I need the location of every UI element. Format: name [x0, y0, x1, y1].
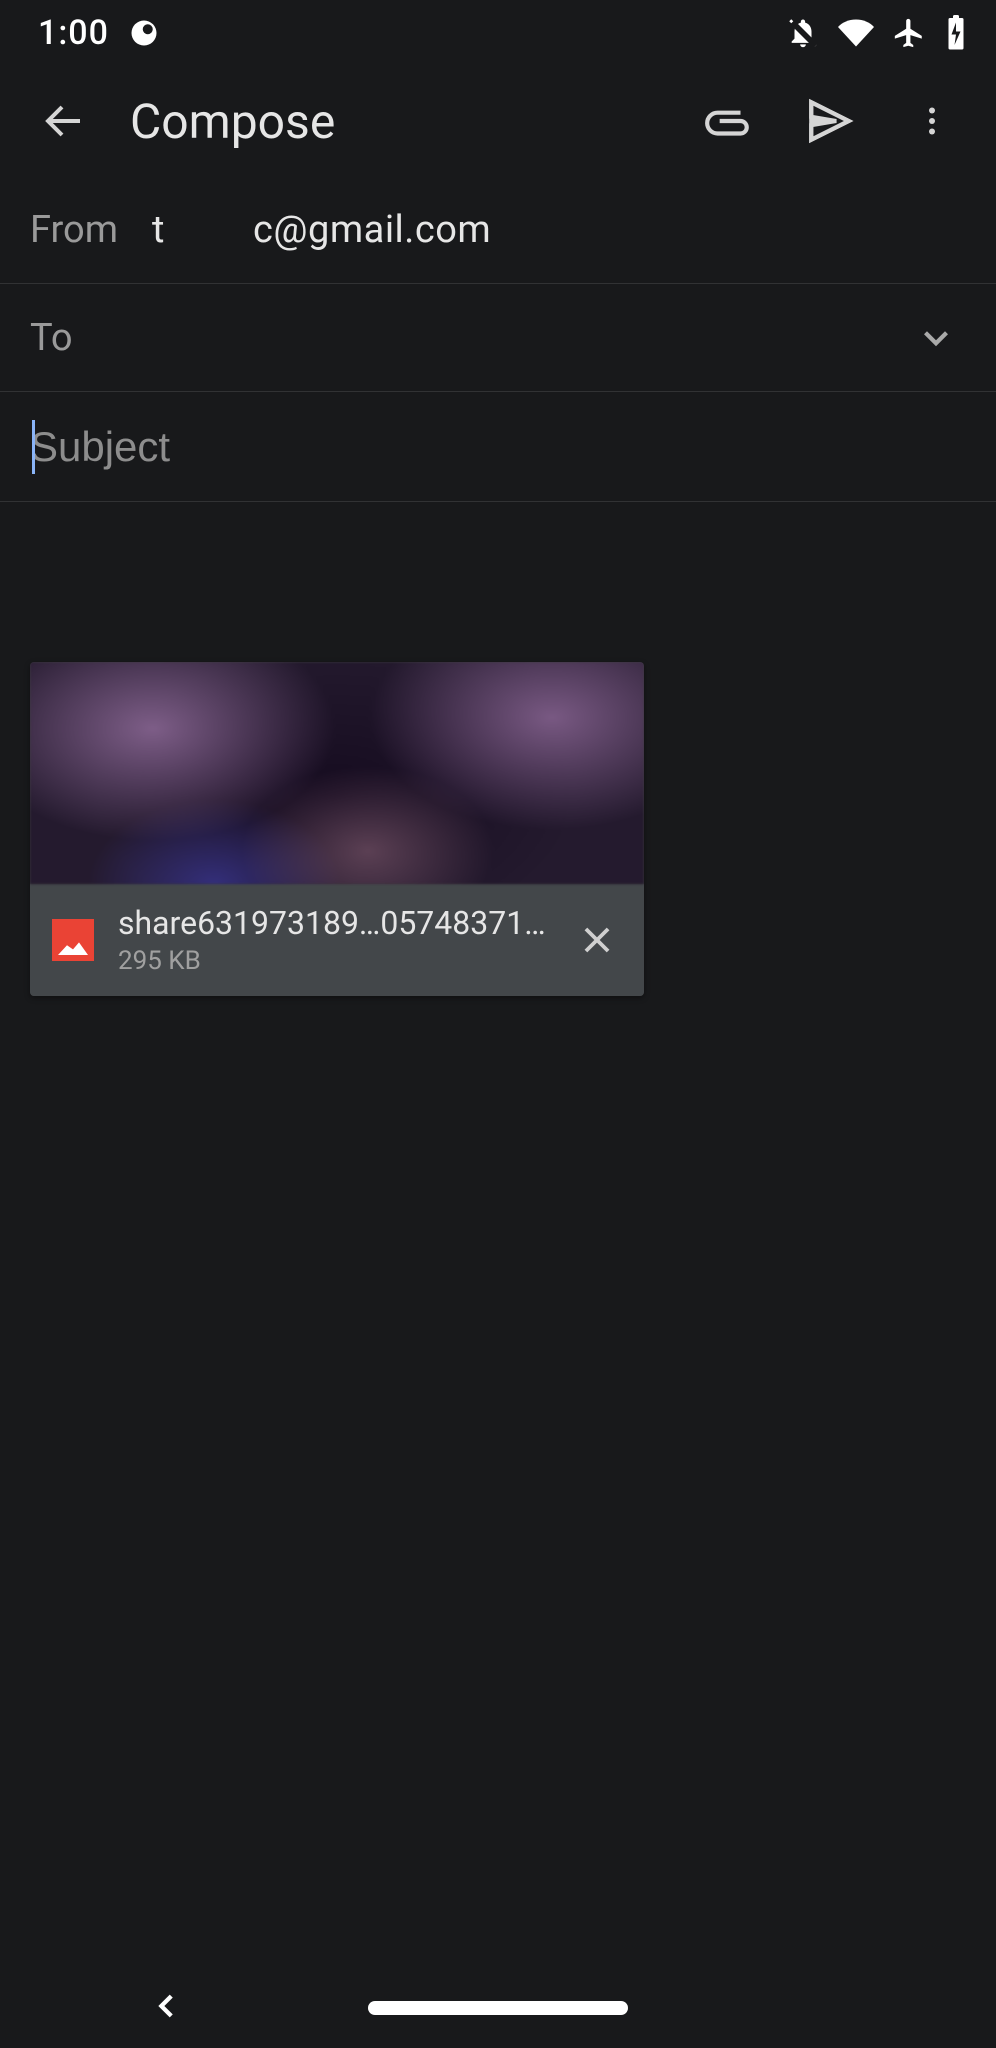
attachment-filesize: 295 KB: [118, 946, 548, 976]
from-value: t c@gmail.com: [152, 208, 966, 252]
chevron-left-icon: [150, 1989, 184, 2023]
attachment-filename: share631973189…05748371.png: [118, 904, 548, 942]
more-vert-icon: [914, 103, 950, 139]
status-left: 1:00: [38, 13, 159, 53]
system-nav-bar: [0, 1968, 996, 2048]
from-field[interactable]: From t c@gmail.com: [0, 176, 996, 284]
body-text-area[interactable]: [30, 532, 966, 662]
from-name: t: [152, 208, 165, 252]
back-button[interactable]: [18, 75, 110, 167]
dnd-off-icon: [786, 16, 820, 50]
subject-field[interactable]: [0, 392, 996, 502]
paperclip-icon: [703, 96, 753, 146]
subject-input[interactable]: [30, 423, 966, 471]
attachment-info-bar: share631973189…05748371.png 295 KB: [30, 884, 644, 996]
attachment-text: share631973189…05748371.png 295 KB: [118, 904, 548, 976]
battery-charging-icon: [944, 15, 968, 51]
send-button[interactable]: [784, 75, 876, 167]
text-cursor: [32, 420, 35, 474]
status-right: [786, 15, 968, 51]
page-title: Compose: [120, 93, 672, 150]
app-bar: Compose: [0, 66, 996, 176]
status-time: 1:00: [38, 13, 109, 53]
attachment-card[interactable]: share631973189…05748371.png 295 KB: [30, 662, 644, 996]
remove-attachment-button[interactable]: [572, 915, 622, 965]
compose-body[interactable]: share631973189…05748371.png 295 KB: [0, 502, 996, 1026]
send-icon: [805, 96, 855, 146]
system-back-button[interactable]: [150, 1989, 184, 2027]
app-badge-icon: [129, 18, 159, 48]
chevron-down-icon: [915, 317, 957, 359]
attachment-preview-image: [30, 662, 644, 884]
status-bar: 1:00: [0, 0, 996, 66]
to-label: To: [30, 316, 104, 360]
image-file-icon: [52, 919, 94, 961]
nav-home-pill[interactable]: [368, 2001, 628, 2015]
more-options-button[interactable]: [886, 75, 978, 167]
airplane-mode-icon: [892, 16, 926, 50]
attach-button[interactable]: [682, 75, 774, 167]
arrow-back-icon: [40, 97, 88, 145]
expand-recipients-button[interactable]: [906, 308, 966, 368]
close-icon: [578, 921, 616, 959]
to-field[interactable]: To: [0, 284, 996, 392]
wifi-icon: [838, 15, 874, 51]
from-email: c@gmail.com: [253, 208, 491, 252]
from-label: From: [30, 208, 118, 252]
